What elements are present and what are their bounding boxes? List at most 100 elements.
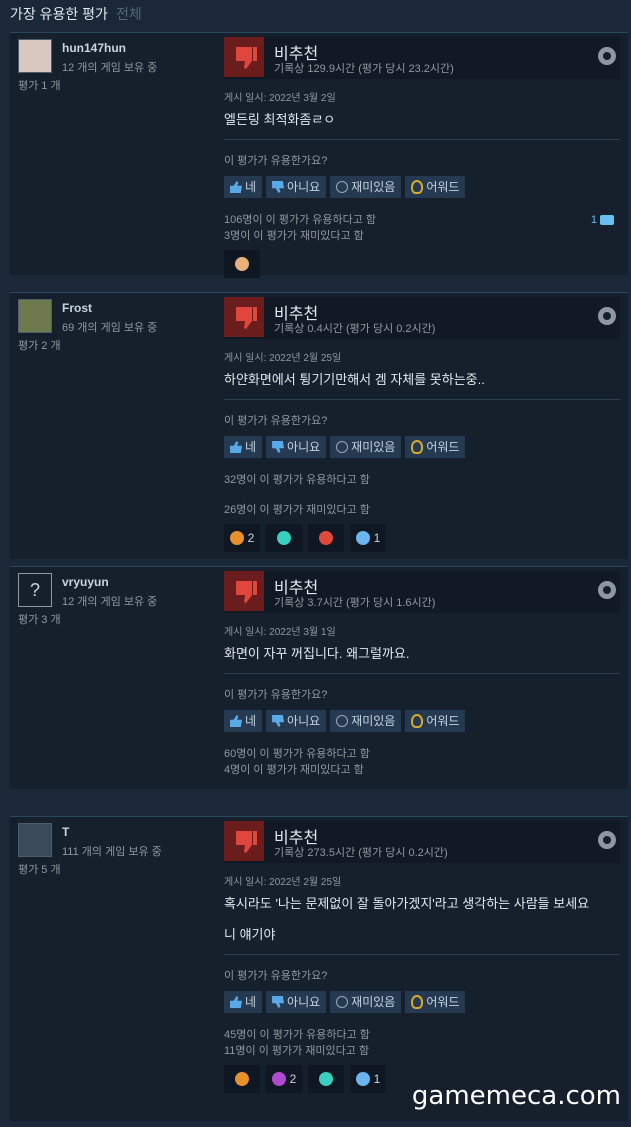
posted-date: 게시 일시: 2022년 3월 1일	[224, 627, 336, 638]
thumbs-down-small-icon	[272, 715, 285, 727]
yes-button[interactable]: 네	[224, 436, 263, 458]
funny-button[interactable]: 재미있음	[330, 436, 402, 458]
yes-label: 네	[245, 440, 257, 454]
review-count[interactable]: 평가 3 개	[18, 611, 61, 627]
helpful-count: 45명이 이 평가가 유용하다고 함	[224, 1029, 370, 1041]
yes-button[interactable]: 네	[224, 176, 263, 198]
steam-icon	[598, 581, 616, 599]
award-badge[interactable]	[308, 524, 344, 552]
review-text: 화면이 자꾸 꺼집니다. 왜그럴까요.	[224, 646, 410, 661]
vote-buttons: 네 아니요 재미있음 어워드	[224, 436, 620, 458]
award-button[interactable]: 어워드	[405, 991, 466, 1013]
award-emoji-icon	[235, 257, 249, 271]
games-owned: 12 개의 게임 보유 중	[62, 596, 158, 608]
smile-icon	[336, 715, 349, 727]
games-owned: 111 개의 게임 보유 중	[62, 846, 162, 858]
award-count: 2	[247, 531, 255, 545]
username[interactable]: Frost	[62, 301, 92, 315]
thumbs-down-icon	[224, 571, 264, 611]
thumbs-up-icon	[230, 715, 242, 727]
awards-row: 2 1	[224, 524, 620, 552]
review-count[interactable]: 평가 1 개	[18, 77, 61, 93]
award-count: 1	[373, 1072, 381, 1086]
award-badge[interactable]	[266, 524, 302, 552]
verdict-header[interactable]: 비추천 기록상 273.5시간 (평가 당시 0.2시간)	[224, 821, 620, 863]
review-stats: 32명이 이 평가가 유용하다고 함 26명이 이 평가가 재미있다고 함	[224, 472, 620, 518]
yes-button[interactable]: 네	[224, 710, 263, 732]
no-button[interactable]: 아니요	[266, 710, 327, 732]
yes-button[interactable]: 네	[224, 991, 263, 1013]
award-button[interactable]: 어워드	[405, 436, 466, 458]
smile-icon	[336, 441, 349, 453]
thumbs-down-icon	[224, 821, 264, 861]
review-content: 비추천 기록상 3.7시간 (평가 당시 1.6시간) 게시 일시: 2022년…	[224, 567, 620, 778]
award-icon	[411, 714, 424, 728]
review-count[interactable]: 평가 5 개	[18, 861, 61, 877]
award-badge[interactable]	[308, 1065, 344, 1093]
helpful-question: 이 평가가 유용한가요?	[224, 689, 328, 701]
username[interactable]: T	[62, 825, 69, 839]
games-owned: 12 개의 게임 보유 중	[62, 62, 158, 74]
no-label: 아니요	[287, 995, 321, 1009]
funny-count: 26명이 이 평가가 재미있다고 함	[224, 504, 370, 516]
funny-button[interactable]: 재미있음	[330, 176, 402, 198]
funny-count: 3명이 이 평가가 재미있다고 함	[224, 230, 364, 242]
award-count: 1	[373, 531, 381, 545]
steam-icon	[598, 831, 616, 849]
award-badge[interactable]: 1	[350, 524, 386, 552]
award-comet-icon	[319, 1072, 333, 1086]
comments-link[interactable]: 1	[591, 212, 614, 228]
award-ribbon-icon	[355, 1072, 370, 1086]
verdict-header[interactable]: 비추천 기록상 129.9시간 (평가 당시 23.2시간)	[224, 37, 620, 79]
award-badge[interactable]: 1	[350, 1065, 386, 1093]
thumbs-down-icon	[224, 297, 264, 337]
award-button[interactable]: 어워드	[405, 176, 466, 198]
no-button[interactable]: 아니요	[266, 176, 327, 198]
watermark: gamemeca.com	[411, 1081, 621, 1111]
verdict-header[interactable]: 비추천 기록상 0.4시간 (평가 당시 0.2시간)	[224, 297, 620, 339]
reviewer-info: T 111 개의 게임 보유 중 평가 5 개	[18, 823, 208, 876]
avatar[interactable]: ?	[18, 573, 52, 607]
award-badge[interactable]	[224, 250, 260, 278]
award-label: 어워드	[426, 714, 460, 728]
awards-row	[224, 250, 620, 278]
divider	[224, 673, 620, 674]
steam-icon	[598, 307, 616, 325]
avatar[interactable]	[18, 823, 52, 857]
verdict-header[interactable]: 비추천 기록상 3.7시간 (평가 당시 1.6시간)	[224, 571, 620, 613]
funny-label: 재미있음	[351, 995, 396, 1009]
no-button[interactable]: 아니요	[266, 991, 327, 1013]
funny-button[interactable]: 재미있음	[330, 710, 402, 732]
award-icon	[411, 995, 424, 1009]
award-badge[interactable]: 2	[224, 524, 260, 552]
reviewer-info: hun147hun 12 개의 게임 보유 중 평가 1 개	[18, 39, 208, 92]
award-icon	[411, 440, 424, 454]
smile-icon	[336, 181, 349, 193]
review-content: 비추천 기록상 0.4시간 (평가 당시 0.2시간) 게시 일시: 2022년…	[224, 293, 620, 552]
helpful-question: 이 평가가 유용한가요?	[224, 155, 328, 167]
award-label: 어워드	[426, 440, 460, 454]
review-text: 엘든링 최적화좀ㄹㅇ	[224, 112, 336, 127]
award-hearts-icon	[271, 1072, 286, 1086]
yes-label: 네	[245, 995, 257, 1009]
award-button[interactable]: 어워드	[405, 710, 466, 732]
avatar[interactable]	[18, 299, 52, 333]
tab-most-helpful[interactable]: 가장 유용한 평가	[10, 4, 108, 24]
thumbs-up-icon	[230, 441, 242, 453]
username[interactable]: vryuyun	[62, 575, 109, 589]
review-card: Frost 69 개의 게임 보유 중 평가 2 개 비추천 기록상 0.4시간…	[10, 292, 628, 559]
username[interactable]: hun147hun	[62, 41, 126, 55]
steam-icon	[598, 47, 616, 65]
review-text: 하얀화면에서 튕기기만해서 겜 자체를 못하는중..	[224, 372, 485, 387]
tab-all[interactable]: 전체	[116, 4, 142, 24]
review-card: hun147hun 12 개의 게임 보유 중 평가 1 개 비추천 기록상 1…	[10, 32, 628, 278]
no-label: 아니요	[287, 440, 321, 454]
review-count[interactable]: 평가 2 개	[18, 337, 61, 353]
avatar[interactable]	[18, 39, 52, 73]
no-button[interactable]: 아니요	[266, 436, 327, 458]
posted-date: 게시 일시: 2022년 2월 25일	[224, 353, 342, 364]
award-badge[interactable]: 2	[266, 1065, 302, 1093]
funny-button[interactable]: 재미있음	[330, 991, 402, 1013]
award-ribbon-icon	[355, 531, 370, 545]
award-badge[interactable]	[224, 1065, 260, 1093]
